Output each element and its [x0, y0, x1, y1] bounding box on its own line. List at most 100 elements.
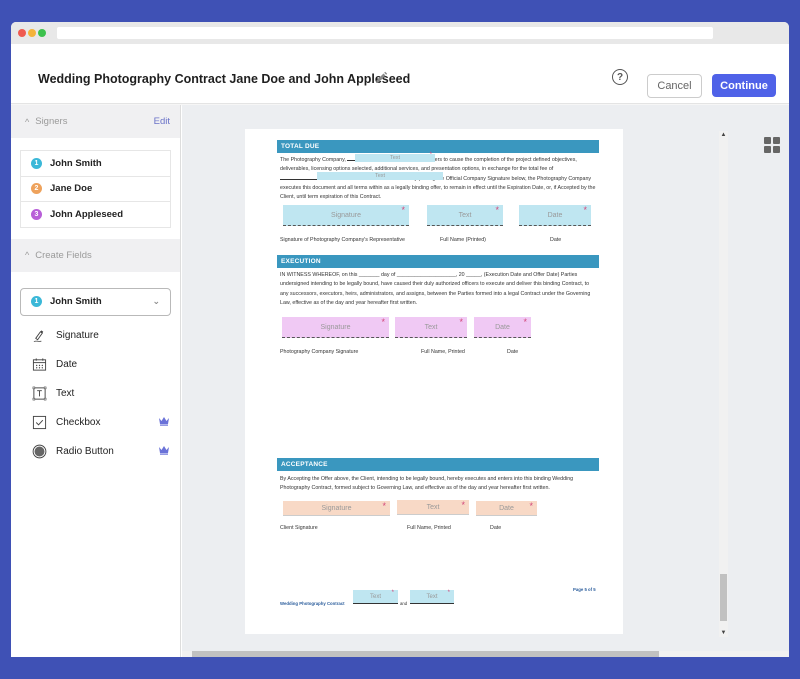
help-icon[interactable]: ?: [612, 69, 628, 85]
field-placeholder: Signature: [331, 211, 361, 219]
field-type-signature[interactable]: Signature: [11, 322, 180, 351]
required-star-icon: *: [447, 590, 450, 596]
app-window: Wedding Photography Contract Jane Doe an…: [11, 22, 789, 657]
execution-paragraph: IN WITNESS WHEREOF, on this _______ day …: [280, 272, 591, 306]
required-star-icon: *: [382, 501, 386, 511]
minimize-window-button[interactable]: [28, 29, 36, 37]
date-field[interactable]: Date *: [519, 205, 591, 226]
field-placeholder: Date: [547, 211, 563, 219]
signer-item[interactable]: 3 John Appleseed: [21, 202, 170, 228]
field-type-text[interactable]: Text: [11, 379, 180, 408]
signer-item[interactable]: 1 John Smith: [21, 151, 170, 177]
required-star-icon: *: [461, 500, 465, 510]
field-placeholder: Text: [389, 155, 401, 161]
signature-label: Client Signature: [280, 525, 318, 531]
date-field[interactable]: Date *: [476, 501, 537, 516]
name-label: Full Name (Printed): [440, 237, 486, 243]
signer-number-badge: 3: [31, 208, 42, 220]
signers-heading: Signers: [35, 116, 68, 127]
text-field[interactable]: Text *: [427, 205, 503, 226]
chevron-up-icon: ^: [25, 116, 30, 127]
field-type-label: Date: [56, 359, 78, 371]
maximize-window-button[interactable]: [38, 29, 46, 37]
name-label: Full Name, Printed: [421, 349, 465, 355]
required-star-icon: *: [523, 317, 527, 327]
field-placeholder: Text: [426, 503, 440, 511]
signer-number-badge: 1: [31, 296, 42, 307]
sidebar: ^ Signers Edit 1 John Smith 2 Jane Doe 3…: [11, 105, 181, 657]
text-field[interactable]: Text *: [395, 317, 467, 338]
scroll-down-arrow-icon[interactable]: ▼: [719, 629, 728, 637]
signer-item[interactable]: 2 Jane Doe: [21, 177, 170, 202]
address-bar[interactable]: [57, 27, 713, 39]
signature-label: Signature of Photography Company's Repre…: [280, 237, 405, 243]
required-star-icon: *: [401, 205, 405, 215]
vertical-scrollbar[interactable]: ▲ ▼: [719, 131, 728, 637]
field-placeholder: Text: [426, 593, 438, 600]
field-placeholder: Text: [369, 593, 381, 600]
create-fields-heading: Create Fields: [35, 249, 92, 261]
close-window-button[interactable]: [18, 29, 26, 37]
footer-and-label: and: [400, 601, 408, 606]
document-title: Wedding Photography Contract Jane Doe an…: [38, 72, 411, 86]
vertical-scroll-thumb[interactable]: [720, 574, 727, 621]
signature-field[interactable]: Signature *: [283, 501, 390, 516]
document-viewer: TOTAL DUE The Photography Company, offer…: [182, 105, 789, 657]
field-placeholder: Signature: [321, 504, 352, 512]
text-field-icon: [32, 386, 47, 401]
date-field[interactable]: Date *: [474, 317, 531, 338]
scroll-up-arrow-icon[interactable]: ▲: [719, 131, 728, 139]
field-type-label: Signature: [56, 330, 99, 342]
required-star-icon: *: [459, 317, 463, 327]
signature-field[interactable]: Signature *: [282, 317, 389, 338]
signer-number-badge: 1: [31, 157, 42, 169]
horizontal-scrollbar[interactable]: [182, 651, 789, 657]
section-heading-acceptance: ACCEPTANCE: [277, 458, 599, 471]
horizontal-scroll-thumb[interactable]: [192, 651, 659, 657]
date-label: Date: [490, 525, 502, 531]
inline-text-field[interactable]: Text *: [355, 152, 435, 162]
total-due-paragraph: The Photography Company, offers to cause…: [280, 156, 598, 204]
signature-label: Photography Company Signature: [280, 349, 359, 355]
create-fields-section-header[interactable]: ^ Create Fields: [11, 238, 180, 272]
edit-signers-link[interactable]: Edit: [154, 116, 170, 127]
edit-title-pencil-icon[interactable]: [373, 70, 389, 86]
field-type-date[interactable]: Date: [11, 350, 180, 379]
text-field[interactable]: Text *: [353, 590, 398, 604]
inline-text-field[interactable]: Text: [317, 172, 443, 180]
editor-header: Wedding Photography Contract Jane Doe an…: [11, 44, 789, 104]
required-star-icon: *: [381, 317, 385, 327]
required-star-icon: *: [583, 205, 587, 215]
calendar-icon: [32, 358, 47, 371]
radio-button-icon: [32, 444, 47, 458]
signer-select-dropdown[interactable]: 1 John Smith ⌄: [20, 287, 171, 316]
required-star-icon: *: [429, 152, 432, 158]
cancel-button[interactable]: Cancel: [647, 74, 702, 98]
checkbox-icon: [32, 415, 47, 429]
field-type-checkbox[interactable]: Checkbox: [11, 408, 180, 437]
signer-name: Jane Doe: [50, 183, 93, 195]
signers-section-header[interactable]: ^ Signers Edit: [11, 105, 180, 138]
premium-crown-icon: [159, 445, 169, 455]
browser-chrome: [11, 22, 789, 44]
continue-button[interactable]: Continue: [712, 74, 776, 97]
document-page: TOTAL DUE The Photography Company, offer…: [245, 129, 623, 634]
field-type-radio-button[interactable]: Radio Button: [11, 437, 180, 466]
field-placeholder: Signature: [320, 323, 351, 331]
required-star-icon: *: [529, 501, 533, 511]
signer-name: John Smith: [50, 157, 102, 169]
text-field[interactable]: Text *: [410, 590, 454, 604]
field-placeholder: Text: [374, 173, 386, 179]
chevron-up-icon: ^: [25, 250, 30, 260]
premium-crown-icon: [159, 416, 169, 426]
acceptance-paragraph: By Accepting the Offer above, the Client…: [280, 476, 574, 492]
page-thumbnails-grid-icon[interactable]: [764, 137, 780, 153]
field-placeholder: Text: [458, 211, 472, 219]
section-heading-execution: EXECUTION: [277, 255, 599, 268]
field-type-label: Text: [56, 387, 75, 399]
text-field[interactable]: Text *: [397, 500, 469, 515]
page-number: Page 5 of 5: [573, 587, 596, 592]
signature-icon: [33, 330, 44, 343]
signature-field[interactable]: Signature *: [283, 205, 409, 226]
signers-list: 1 John Smith 2 Jane Doe 3 John Appleseed: [20, 150, 171, 228]
